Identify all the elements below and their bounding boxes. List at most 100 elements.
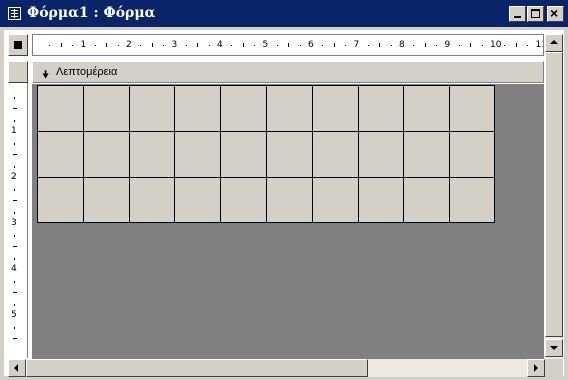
h-ruler-tick [49,45,51,46]
h-ruler-tick [504,45,506,46]
h-ruler-tick [106,43,108,47]
window-title: Φόρμα1 : Φόρμα [27,5,156,21]
h-ruler-number: 6 [308,40,314,50]
v-ruler-tick [13,108,17,109]
horizontal-ruler[interactable]: 1 2 3 4 5 6 7 8 9 10 11 [32,34,544,56]
detail-grid[interactable] [37,85,495,223]
v-ruler-number: 2 [11,172,17,182]
grid-vline [220,85,221,223]
form-icon[interactable] [8,7,21,20]
v-ruler-tick [14,142,15,145]
v-ruler-tick [13,338,17,339]
h-ruler-tick [458,45,460,46]
h-ruler-tick [413,45,415,46]
grid-vline [266,85,267,223]
v-ruler-number: 5 [11,310,17,320]
h-ruler-number: 1 [80,40,87,50]
grid-hline [37,177,495,178]
v-ruler-number: 4 [11,264,17,274]
close-button[interactable]: × [547,5,564,22]
h-ruler-tick [390,45,392,46]
v-ruler-tick [14,211,15,214]
h-ruler-tick [151,43,153,47]
grid-vline [358,85,359,223]
scroll-down-button[interactable] [545,339,563,357]
h-ruler-tick [197,43,199,47]
v-ruler-tick [14,96,15,99]
title-bar[interactable]: Φόρμα1 : Φόρμα × [0,0,568,27]
h-ruler-tick [60,43,62,47]
vertical-scrollbar[interactable] [545,34,563,359]
h-ruler-tick [333,43,335,47]
h-ruler-tick [276,45,278,46]
h-ruler-tick [185,45,187,46]
v-ruler-tick [14,119,15,122]
vertical-scroll-thumb[interactable] [545,52,563,337]
minimize-icon [514,16,521,18]
v-ruler-tick [13,200,17,201]
h-ruler-tick [424,43,426,47]
close-icon: × [550,5,559,21]
h-ruler-tick [322,45,324,46]
h-ruler-tick [208,45,210,46]
grid-vline [449,85,450,223]
grid-vline [403,85,404,223]
grid-vline [37,85,38,223]
horizontal-scroll-thumb[interactable] [26,359,368,377]
h-ruler-tick [72,45,74,46]
arrow-down-icon [550,346,558,350]
h-ruler-tick [527,45,529,46]
horizontal-scrollbar[interactable] [8,359,545,377]
h-ruler-tick [163,45,165,46]
section-selector[interactable] [8,61,28,83]
v-ruler-tick [14,257,15,260]
h-ruler-number: 5 [262,40,269,50]
v-ruler-tick [13,292,17,293]
form-selector-icon [14,41,22,49]
maximize-button[interactable] [527,6,544,22]
h-ruler-tick [436,45,438,46]
h-ruler-tick [470,43,472,47]
h-ruler-tick [379,43,381,47]
h-ruler-tick [94,45,96,46]
h-ruler-tick [299,45,301,46]
grid-vline [129,85,130,223]
h-ruler-tick [288,43,290,47]
grid-hline [37,131,495,132]
v-ruler-tick [14,303,15,306]
grid-vline [174,85,175,223]
maximize-icon [531,9,540,18]
h-ruler-number: 9 [444,40,451,50]
minimize-button[interactable] [509,6,526,22]
v-ruler-number: 1 [11,126,17,136]
section-arrow-icon: 🠟 [42,69,50,81]
v-ruler-tick [14,280,15,283]
scroll-right-button[interactable] [527,359,545,377]
v-ruler-tick [14,326,15,329]
h-ruler-number: 10 [490,40,502,50]
h-ruler-number: 11 [535,40,544,50]
scroll-up-button[interactable] [545,34,563,52]
v-ruler-tick [14,234,15,237]
scroll-left-button[interactable] [8,359,26,377]
v-ruler-tick [13,154,17,155]
h-ruler-tick [367,45,369,46]
grid-hline [37,85,495,86]
form-canvas[interactable] [32,84,544,359]
section-label: Λεπτομέρεια [56,66,118,78]
v-ruler-tick [13,246,17,247]
h-ruler-number: 3 [171,40,178,50]
h-ruler-tick [481,45,483,46]
h-ruler-number: 4 [217,40,223,50]
arrow-right-icon [534,364,538,372]
v-ruler-number: 3 [11,218,17,228]
v-ruler-tick [14,165,15,168]
h-ruler-number: 7 [353,40,360,50]
size-grip [545,359,563,377]
detail-section-header[interactable]: 🠟 Λεπτομέρεια [32,61,544,83]
form-selector[interactable] [8,34,28,56]
vertical-ruler[interactable]: 1 2 3 4 5 [8,83,28,358]
h-ruler-tick [117,45,119,46]
h-ruler-number: 8 [399,40,405,50]
h-ruler-tick [231,45,233,46]
